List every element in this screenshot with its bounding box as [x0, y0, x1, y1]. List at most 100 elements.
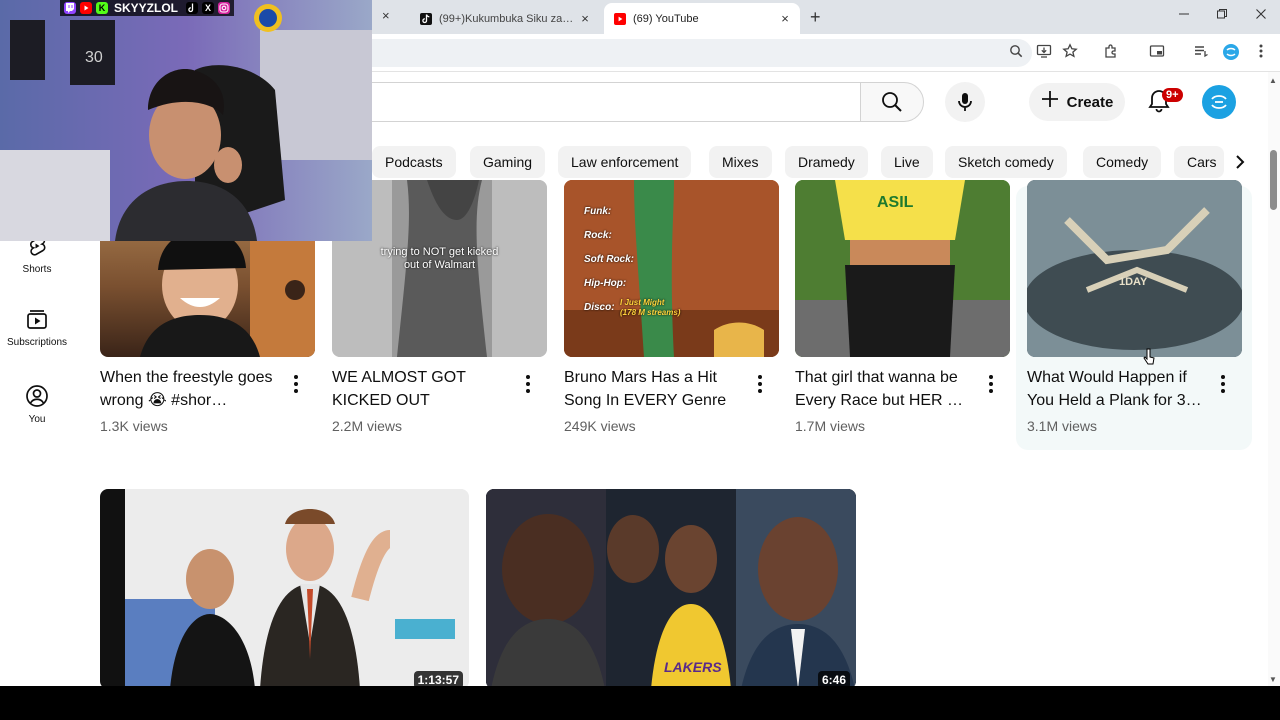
microphone-icon [958, 93, 972, 111]
tab-close-icon[interactable]: × [776, 11, 794, 26]
tab-tiktok[interactable]: (99+)Kukumbuka Siku za PS4 n × [410, 3, 600, 34]
x-icon: X [202, 2, 215, 14]
chip-podcasts[interactable]: Podcasts [372, 146, 456, 178]
browser-toolbar [372, 34, 1280, 72]
tab-youtube[interactable]: (69) YouTube × [604, 3, 800, 34]
song-label: I Just Might [620, 298, 665, 307]
sidebar-label: You [28, 414, 46, 425]
search-input[interactable] [362, 82, 862, 122]
chip-law-enforcement[interactable]: Law enforcement [558, 146, 692, 178]
browser-menu-icon[interactable] [1251, 43, 1271, 63]
genre-label: Funk: [584, 206, 612, 217]
youtube-icon [80, 2, 92, 14]
short-thumbnail[interactable]: Funk: Rock: Soft Rock: Hip-Hop: Disco: I… [564, 180, 779, 357]
short-views: 1.3K views [100, 418, 168, 434]
notification-badge: 9+ [1162, 88, 1183, 102]
more-actions-icon[interactable] [518, 372, 538, 396]
sidebar-label: Shorts [22, 264, 52, 275]
minimize-icon[interactable] [1178, 8, 1190, 23]
short-views: 3.1M views [1027, 418, 1098, 434]
chip-live[interactable]: Live [881, 146, 933, 178]
sidebar-item-subscriptions[interactable]: Subscriptions [0, 307, 74, 348]
chips-next-button[interactable] [1224, 146, 1256, 178]
short-title[interactable]: When the freestyle goes wrong 😭 #shor… [100, 366, 290, 412]
twitch-icon [64, 2, 76, 14]
mouse-cursor-icon [1143, 348, 1155, 371]
svg-text:30: 30 [85, 49, 103, 66]
instagram-icon [218, 2, 231, 14]
more-actions-icon[interactable] [1213, 372, 1233, 396]
streams-label: (178 M streams) [620, 308, 681, 317]
kick-icon: K [96, 2, 108, 14]
youtube-icon [614, 12, 626, 25]
account-avatar[interactable] [1202, 85, 1236, 119]
streamer-username: SKYYZLOL [114, 1, 179, 15]
social-handles-bar: K SKYYZLOL X [60, 0, 235, 16]
you-icon [26, 385, 48, 407]
video-thumbnail[interactable]: 1:13:57 [100, 489, 469, 689]
chip-gaming[interactable]: Gaming [470, 146, 546, 178]
zoom-icon[interactable] [1006, 43, 1026, 63]
sidebar-item-you[interactable]: You [0, 384, 74, 425]
address-bar[interactable] [372, 39, 1032, 67]
video-thumbnail[interactable]: LAKERS 6:46 [486, 489, 856, 689]
short-views: 2.2M views [332, 418, 403, 434]
chip-comedy[interactable]: Comedy [1083, 146, 1162, 178]
tiktok-icon [186, 2, 199, 14]
create-label: Create [1066, 93, 1114, 111]
genre-label: Rock: [584, 230, 612, 241]
tiktok-icon [420, 12, 432, 25]
webcam-overlay: 30 K SKYYZLOL X [0, 0, 372, 241]
chip-mixes[interactable]: Mixes [709, 146, 772, 178]
chevron-right-icon [1236, 155, 1245, 169]
short-thumbnail[interactable]: ASIL [795, 180, 1010, 357]
more-actions-icon[interactable] [750, 372, 770, 396]
queue-icon[interactable] [1191, 43, 1211, 63]
search-icon [882, 92, 902, 112]
more-actions-icon[interactable] [286, 372, 306, 396]
letterbox-bar [0, 686, 1280, 720]
short-thumbnail[interactable]: 1DAY [1027, 180, 1242, 357]
genre-label: Hip-Hop: [584, 278, 627, 289]
short-title[interactable]: What Would Happen if You Held a Plank fo… [1027, 366, 1217, 412]
bookmark-star-icon[interactable] [1060, 43, 1080, 63]
browser-tab-strip: × (99+)Kukumbuka Siku za PS4 n × (69) Yo… [372, 0, 1280, 34]
sidebar-label: Subscriptions [6, 337, 68, 348]
thumbnail-image [1027, 180, 1242, 357]
restore-icon[interactable] [1216, 8, 1228, 23]
short-title[interactable]: Bruno Mars Has a Hit Song In EVERY Genre [564, 366, 754, 412]
short-views: 1.7M views [795, 418, 866, 434]
short-title[interactable]: That girl that wanna be Every Race but H… [795, 366, 985, 412]
create-button[interactable]: Create [1029, 83, 1125, 121]
screen: × (99+)Kukumbuka Siku za PS4 n × (69) Yo… [0, 0, 1280, 720]
new-tab-button[interactable]: + [810, 7, 821, 28]
scroll-down-icon[interactable]: ▼ [1269, 675, 1277, 684]
voice-search-button[interactable] [945, 82, 985, 122]
media-router-icon[interactable] [1147, 43, 1167, 63]
more-actions-icon[interactable] [981, 372, 1001, 396]
window-close-icon[interactable] [1255, 8, 1267, 23]
subscriptions-icon [27, 310, 47, 329]
chip-dramedy[interactable]: Dramedy [785, 146, 868, 178]
profile-icon[interactable] [1221, 43, 1241, 63]
webcam-image: 30 [0, 0, 372, 241]
thumbnail-image [100, 489, 469, 689]
chip-sketch-comedy[interactable]: Sketch comedy [945, 146, 1067, 178]
tab-close-icon[interactable]: × [576, 11, 594, 26]
shirt-text: ASIL [877, 194, 914, 211]
extensions-icon[interactable] [1101, 43, 1121, 63]
search-button[interactable] [860, 82, 924, 122]
short-title[interactable]: WE ALMOST GOT KICKED OUT [332, 366, 522, 412]
short-overlay-text: trying to NOT get kicked out of Walmart [380, 246, 499, 271]
prev-tab-close-icon[interactable]: × [382, 8, 390, 23]
scroll-up-icon[interactable]: ▲ [1269, 76, 1277, 85]
day-overlay-text: 1DAY [1119, 276, 1148, 288]
tab-title: (69) YouTube [633, 12, 699, 25]
scrollbar-thumb[interactable] [1270, 150, 1277, 210]
install-app-icon[interactable] [1034, 43, 1054, 63]
short-views: 249K views [564, 418, 636, 434]
chip-cars[interactable]: Cars [1174, 146, 1224, 178]
genre-label: Soft Rock: [584, 254, 634, 265]
youtube-header: Create 9+ [362, 72, 1268, 134]
jersey-text: LAKERS [664, 659, 722, 675]
